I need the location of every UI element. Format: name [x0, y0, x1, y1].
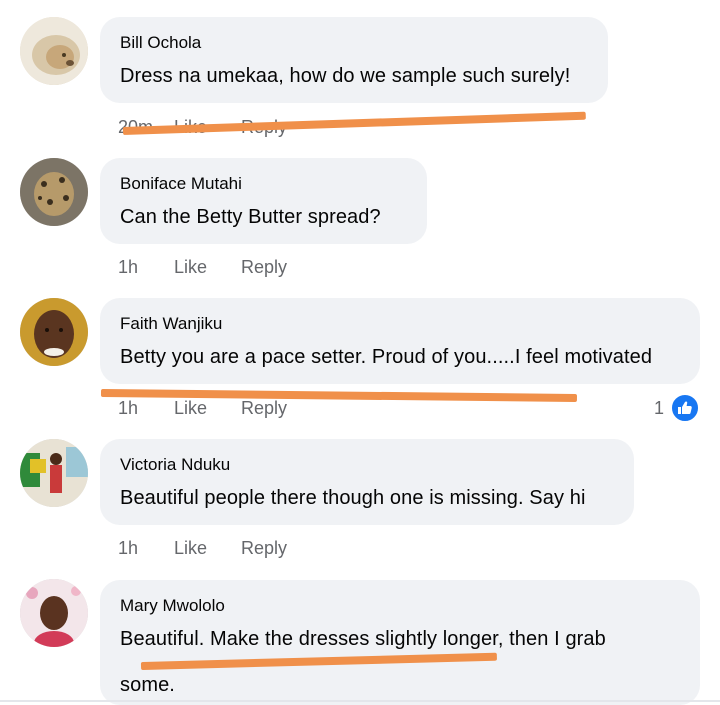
avatar-faith-wanjiku[interactable] [20, 298, 88, 366]
comment-author[interactable]: Boniface Mutahi [120, 174, 242, 194]
comment-bubble: Bill Ochola Dress na umekaa, how do we s… [100, 17, 608, 103]
reply-button[interactable]: Reply [241, 398, 287, 419]
comment-text-line-2: some. [120, 674, 175, 696]
reaction-count: 1 [653, 397, 664, 418]
comment-bubble: Faith Wanjiku Betty you are a pace sette… [100, 298, 700, 384]
comment-text-line-1: Beautiful. Make the dresses slightly lon… [120, 628, 606, 650]
comment-time[interactable]: 1h [118, 398, 138, 419]
avatar-mary-mwololo[interactable] [20, 579, 88, 647]
reaction-summary[interactable]: 1 [654, 393, 700, 423]
bottom-divider [0, 700, 720, 702]
leopard-avatar-image [20, 158, 88, 226]
comment-bubble: Victoria Nduku Beautiful people there th… [100, 439, 634, 525]
comment-text: Betty you are a pace setter. Proud of yo… [120, 346, 653, 368]
comment-author[interactable]: Bill Ochola [120, 33, 201, 53]
reply-button[interactable]: Reply [241, 257, 287, 278]
comment-bubble: Mary Mwololo Beautiful. Make the dresses… [100, 580, 700, 705]
like-button[interactable]: Like [174, 538, 207, 559]
person-avatar-image [20, 579, 88, 647]
like-button[interactable]: Like [174, 398, 207, 419]
comment-author[interactable]: Victoria Nduku [120, 455, 230, 475]
comment-text: Dress na umekaa, how do we sample such s… [120, 65, 571, 87]
comment-author[interactable]: Faith Wanjiku [120, 314, 222, 334]
comment-time[interactable]: 1h [118, 257, 138, 278]
comment-time[interactable]: 1h [118, 538, 138, 559]
person-avatar-image [20, 439, 88, 507]
avatar-boniface-mutahi[interactable] [20, 158, 88, 226]
comment-author[interactable]: Mary Mwololo [120, 596, 225, 616]
comment-bubble: Boniface Mutahi Can the Betty Butter spr… [100, 158, 427, 244]
comment-text: Beautiful people there though one is mis… [120, 487, 586, 509]
like-thumb-icon [670, 393, 700, 423]
person-avatar-image [20, 298, 88, 366]
avatar-victoria-nduku[interactable] [20, 439, 88, 507]
annotation-strike-line [100, 389, 578, 402]
reply-button[interactable]: Reply [241, 538, 287, 559]
comment-text: Can the Betty Butter spread? [120, 206, 381, 228]
avatar-bill-ochola[interactable] [20, 17, 88, 85]
like-button[interactable]: Like [174, 257, 207, 278]
lion-avatar-image [20, 17, 88, 85]
